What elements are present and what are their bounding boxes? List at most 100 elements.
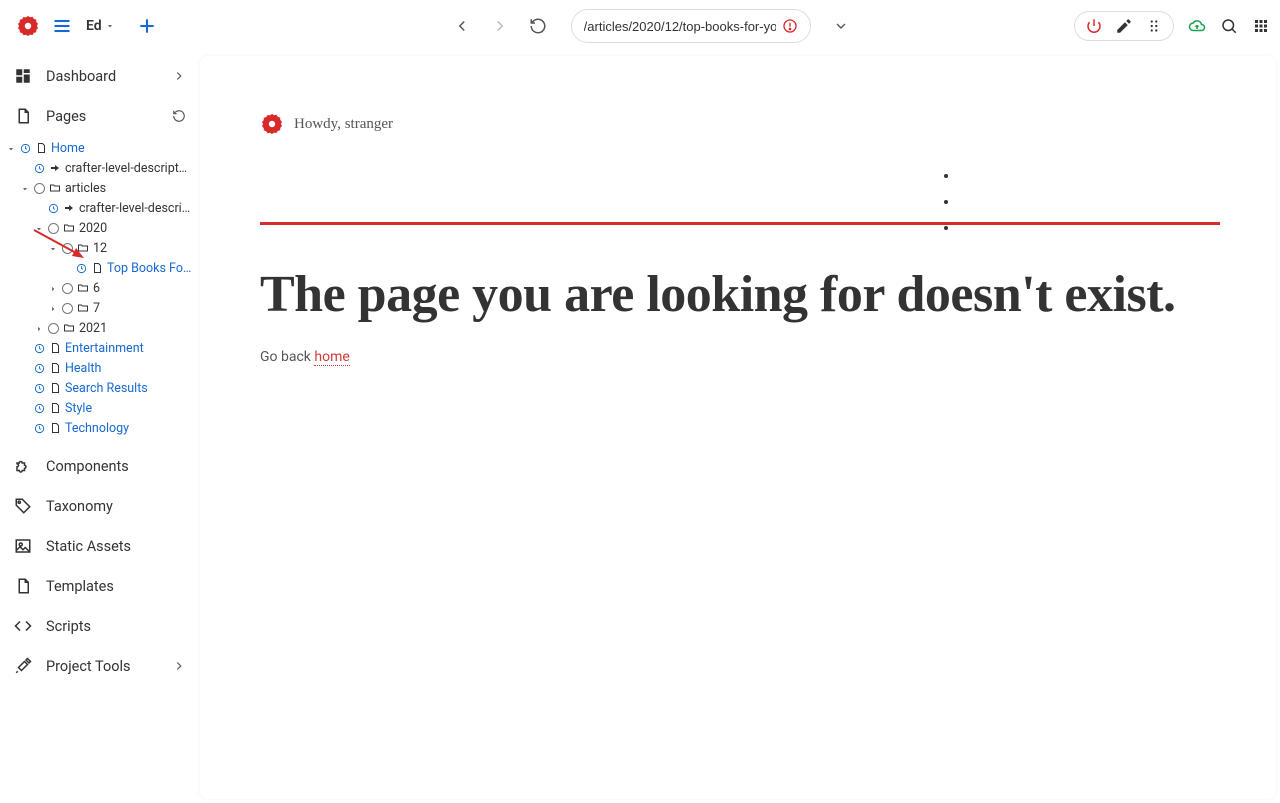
status-dot	[34, 183, 45, 194]
page-icon	[14, 107, 32, 125]
status-dot	[62, 303, 73, 314]
user-switcher[interactable]: Ed	[80, 18, 121, 34]
tree-label[interactable]: Technology	[65, 421, 129, 436]
chevron-down-icon[interactable]	[20, 183, 30, 193]
go-back-text: Go back home	[260, 349, 1216, 365]
folder-icon	[77, 282, 89, 294]
sidebar-taxonomy[interactable]: Taxonomy	[0, 486, 200, 526]
pencil-icon[interactable]	[1115, 17, 1133, 35]
greeting-text: Howdy, stranger	[294, 116, 393, 133]
right-actions	[1074, 11, 1270, 41]
folder-icon	[77, 302, 89, 314]
page-icon	[49, 402, 61, 414]
tree-row-entertainment[interactable]: Entertainment	[6, 338, 194, 358]
address-input[interactable]	[584, 19, 776, 34]
tree-label: crafter-level-descriptor.…	[79, 201, 194, 216]
status-clock-icon	[20, 143, 31, 154]
chevron-right-icon[interactable]	[48, 303, 58, 313]
drag-handle-icon[interactable]	[1145, 17, 1163, 35]
status-clock-icon	[48, 203, 59, 214]
address-bar[interactable]	[571, 9, 811, 43]
search-icon[interactable]	[1220, 17, 1238, 35]
status-dot	[48, 323, 59, 334]
folder-icon	[77, 242, 89, 254]
tools-icon	[14, 657, 32, 675]
image-icon	[14, 537, 32, 555]
status-clock-icon	[34, 403, 45, 414]
page-icon	[49, 342, 61, 354]
warning-icon	[782, 18, 798, 34]
tree-row[interactable]: crafter-level-descriptor.l…	[6, 158, 194, 178]
page-icon	[35, 142, 47, 154]
tree-label[interactable]: Health	[65, 361, 101, 376]
reload-button[interactable]	[529, 17, 547, 35]
sidebar-label: Dashboard	[46, 68, 158, 85]
hamburger-icon[interactable]	[52, 16, 72, 36]
tree-row-6[interactable]: 6	[6, 278, 194, 298]
tree-label[interactable]: Search Results	[65, 381, 148, 396]
tree-label[interactable]: Top Books For You…	[107, 261, 194, 276]
tree-row[interactable]: crafter-level-descriptor.…	[6, 198, 194, 218]
address-dropdown[interactable]	[833, 18, 849, 34]
tree-row-search[interactable]: Search Results	[6, 378, 194, 398]
code-icon	[14, 617, 32, 635]
tree-label: 6	[93, 281, 100, 296]
chevron-down-icon[interactable]	[48, 243, 58, 253]
tree-label: 12	[93, 241, 107, 256]
tree-label[interactable]: Style	[65, 401, 92, 416]
chevron-right-icon[interactable]	[34, 323, 44, 333]
sidebar-templates[interactable]: Templates	[0, 566, 200, 606]
tree-row-7[interactable]: 7	[6, 298, 194, 318]
file-icon	[14, 577, 32, 595]
nav-controls	[453, 17, 547, 35]
refresh-icon[interactable]	[172, 109, 186, 123]
crafter-logo-icon	[16, 14, 40, 38]
chevron-down-icon[interactable]	[34, 223, 44, 233]
status-dot	[48, 223, 59, 234]
sidebar-dashboard[interactable]: Dashboard	[0, 56, 200, 96]
tree-row-2020[interactable]: 2020	[6, 218, 194, 238]
back-button[interactable]	[453, 17, 471, 35]
tree-row-technology[interactable]: Technology	[6, 418, 194, 438]
status-clock-icon	[34, 423, 45, 434]
sidebar-label: Templates	[46, 578, 186, 595]
tree-row-2021[interactable]: 2021	[6, 318, 194, 338]
dashboard-icon	[14, 67, 32, 85]
tree-row-style[interactable]: Style	[6, 398, 194, 418]
status-clock-icon	[76, 263, 87, 274]
tree-label: 2021	[79, 321, 107, 336]
sidebar-scripts[interactable]: Scripts	[0, 606, 200, 646]
page-icon	[91, 262, 103, 274]
power-icon[interactable]	[1085, 17, 1103, 35]
sidebar-label: Static Assets	[46, 538, 186, 555]
tree-label[interactable]: Entertainment	[65, 341, 144, 356]
home-link[interactable]: home	[314, 349, 349, 366]
preview-header: Howdy, stranger	[260, 112, 1216, 136]
new-content-button[interactable]	[137, 16, 157, 36]
sidebar-components[interactable]: Components	[0, 446, 200, 486]
error-heading: The page you are looking for doesn't exi…	[260, 265, 1216, 325]
tree-row-topbooks[interactable]: Top Books For You…	[6, 258, 194, 278]
chevron-right-icon[interactable]	[48, 283, 58, 293]
page-icon	[49, 362, 61, 374]
sidebar-pages[interactable]: Pages	[0, 96, 200, 136]
publish-cloud-icon[interactable]	[1188, 17, 1206, 35]
tree-label: articles	[65, 181, 106, 196]
tree-label: 7	[93, 301, 100, 316]
sidebar-static-assets[interactable]: Static Assets	[0, 526, 200, 566]
status-clock-icon	[34, 343, 45, 354]
tag-icon	[14, 497, 32, 515]
site-logo-icon	[260, 112, 284, 136]
forward-button[interactable]	[491, 17, 509, 35]
sidebar-project-tools[interactable]: Project Tools	[0, 646, 200, 686]
tree-row-12[interactable]: 12	[6, 238, 194, 258]
chevron-down-icon[interactable]	[6, 143, 16, 153]
sidebar-label: Pages	[46, 108, 158, 125]
tree-label: 2020	[79, 221, 107, 236]
tree-row-home[interactable]: Home	[6, 138, 194, 158]
tree-row-health[interactable]: Health	[6, 358, 194, 378]
apps-grid-icon[interactable]	[1252, 17, 1270, 35]
sidebar-label: Taxonomy	[46, 498, 186, 515]
tree-row-articles[interactable]: articles	[6, 178, 194, 198]
tree-label[interactable]: Home	[51, 141, 85, 156]
